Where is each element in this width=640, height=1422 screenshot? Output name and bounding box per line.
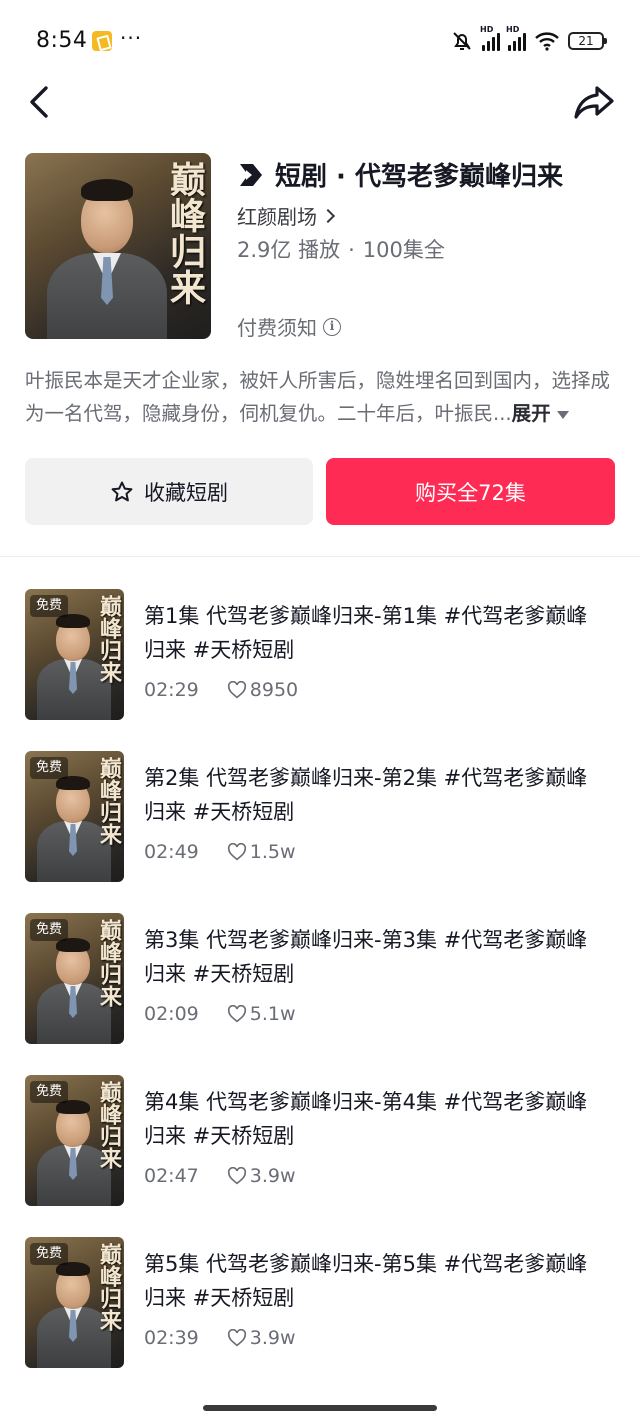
heart-icon[interactable] <box>227 681 247 699</box>
episode-thumbnail[interactable]: 巅峰归来 免费 <box>25 1075 124 1206</box>
drama-description: 叶振民本是天才企业家，被奸人所害后，隐姓埋名回到国内，选择成为一名代驾，隐藏身份… <box>25 364 617 430</box>
drama-title: 短剧 · 代驾老爹巅峰归来 <box>275 162 563 192</box>
buy-all-button[interactable]: 购买全72集 <box>326 458 615 525</box>
episode-duration: 02:47 <box>144 1165 199 1187</box>
studio-link[interactable]: 红颜剧场 <box>237 201 336 230</box>
episode-total: 100集全 <box>362 238 445 262</box>
share-icon[interactable] <box>572 80 616 124</box>
episode-row[interactable]: 巅峰归来 免费 第3集 代驾老爹巅峰归来-第3集 #代驾老爹巅峰归来 #天桥短剧 02… <box>0 913 640 1045</box>
free-badge: 免费 <box>30 919 69 941</box>
notes-app-icon <box>92 31 112 51</box>
favorite-label: 收藏短剧 <box>144 480 228 505</box>
home-indicator[interactable] <box>203 1405 437 1411</box>
episode-duration: 02:29 <box>144 679 199 701</box>
chevron-right-icon <box>320 208 336 224</box>
episode-likes: 3.9w <box>249 1165 296 1187</box>
episode-meta: 02:29 8950 <box>144 679 298 701</box>
episode-row[interactable]: 巅峰归来 免费 第5集 代驾老爹巅峰归来-第5集 #代驾老爹巅峰归来 #天桥短剧 02… <box>0 1237 640 1369</box>
buy-all-label: 购买全72集 <box>415 480 526 505</box>
caret-down-icon[interactable] <box>556 410 569 419</box>
play-count: 2.9亿 播放 <box>237 238 341 262</box>
episode-likes: 8950 <box>249 679 299 701</box>
drama-stats: 2.9亿 播放 · 100集全 <box>237 234 445 264</box>
wifi-icon <box>535 32 559 51</box>
episode-thumbnail[interactable]: 巅峰归来 免费 <box>25 913 124 1044</box>
heart-icon[interactable] <box>227 1005 247 1023</box>
status-icons: HD HD 21 <box>450 25 607 54</box>
more-notifications-icon: ··· <box>120 26 143 50</box>
favorite-button[interactable]: 收藏短剧 <box>25 458 313 525</box>
poster-title-art: 巅峰归来 <box>96 1243 122 1331</box>
heart-icon[interactable] <box>227 843 247 861</box>
episode-meta: 02:49 1.5w <box>144 841 296 863</box>
episode-title: 第5集 代驾老爹巅峰归来-第5集 #代驾老爹巅峰归来 #天桥短剧 <box>144 1252 588 1310</box>
status-time: 8:54 <box>36 28 88 53</box>
episode-meta: 02:39 3.9w <box>144 1327 296 1349</box>
payment-notice-label: 付费须知 <box>237 316 317 340</box>
cell-signal-icon: HD <box>480 25 500 51</box>
episode-likes: 5.1w <box>249 1003 296 1025</box>
episode-meta: 02:09 5.1w <box>144 1003 296 1025</box>
episode-row[interactable]: 巅峰归来 免费 第2集 代驾老爹巅峰归来-第2集 #代驾老爹巅峰归来 #天桥短剧 02… <box>0 751 640 883</box>
battery-icon: 21 <box>568 32 607 50</box>
episode-likes: 1.5w <box>249 841 296 863</box>
hd-label: HD <box>480 25 494 34</box>
mute-bell-icon <box>453 32 471 50</box>
episode-meta: 02:47 3.9w <box>144 1165 296 1187</box>
free-badge: 免费 <box>30 757 69 779</box>
poster-title-art: 巅峰归来 <box>96 919 122 1007</box>
episode-thumbnail[interactable]: 巅峰归来 免费 <box>25 751 124 882</box>
info-icon: i <box>323 317 341 336</box>
episode-title: 第1集 代驾老爹巅峰归来-第1集 #代驾老爹巅峰归来 #天桥短剧 <box>144 604 588 662</box>
play-drama-icon <box>240 164 262 186</box>
free-badge: 免费 <box>30 1243 69 1265</box>
back-arrow-icon[interactable] <box>22 82 62 122</box>
episode-duration: 02:39 <box>144 1327 199 1349</box>
hd-label: HD <box>506 25 520 34</box>
studio-name: 红颜剧场 <box>237 205 317 229</box>
status-bar: 8:54 ··· HD HD 21 <box>0 0 640 80</box>
episode-title: 第3集 代驾老爹巅峰归来-第3集 #代驾老爹巅峰归来 #天桥短剧 <box>144 928 588 986</box>
episode-title: 第4集 代驾老爹巅峰归来-第4集 #代驾老爹巅峰归来 #天桥短剧 <box>144 1090 588 1148</box>
heart-icon[interactable] <box>227 1329 247 1347</box>
episode-likes: 3.9w <box>249 1327 296 1349</box>
episode-title: 第2集 代驾老爹巅峰归来-第2集 #代驾老爹巅峰归来 #天桥短剧 <box>144 766 588 824</box>
poster-title-art: 巅峰归来 <box>164 161 206 305</box>
episode-thumbnail[interactable]: 巅峰归来 免费 <box>25 589 124 720</box>
cell-signal-icon: HD <box>506 25 526 51</box>
episode-duration: 02:49 <box>144 841 199 863</box>
poster-title-art: 巅峰归来 <box>96 1081 122 1169</box>
free-badge: 免费 <box>30 1081 69 1103</box>
drama-cover-image[interactable]: 巅峰归来 <box>25 153 211 339</box>
expand-button[interactable]: 展开 <box>512 402 551 425</box>
episode-row[interactable]: 巅峰归来 免费 第1集 代驾老爹巅峰归来-第1集 #代驾老爹巅峰归来 #天桥短剧 02… <box>0 589 640 721</box>
payment-notice-link[interactable]: 付费须知 i <box>237 312 341 341</box>
section-divider <box>0 556 640 557</box>
episode-row[interactable]: 巅峰归来 免费 第4集 代驾老爹巅峰归来-第4集 #代驾老爹巅峰归来 #天桥短剧 02… <box>0 1075 640 1207</box>
separator-dot: · <box>348 238 355 262</box>
heart-icon[interactable] <box>227 1167 247 1185</box>
episode-duration: 02:09 <box>144 1003 199 1025</box>
episode-thumbnail[interactable]: 巅峰归来 免费 <box>25 1237 124 1368</box>
poster-title-art: 巅峰归来 <box>96 595 122 683</box>
poster-title-art: 巅峰归来 <box>96 757 122 845</box>
free-badge: 免费 <box>30 595 69 617</box>
star-icon <box>111 481 133 501</box>
